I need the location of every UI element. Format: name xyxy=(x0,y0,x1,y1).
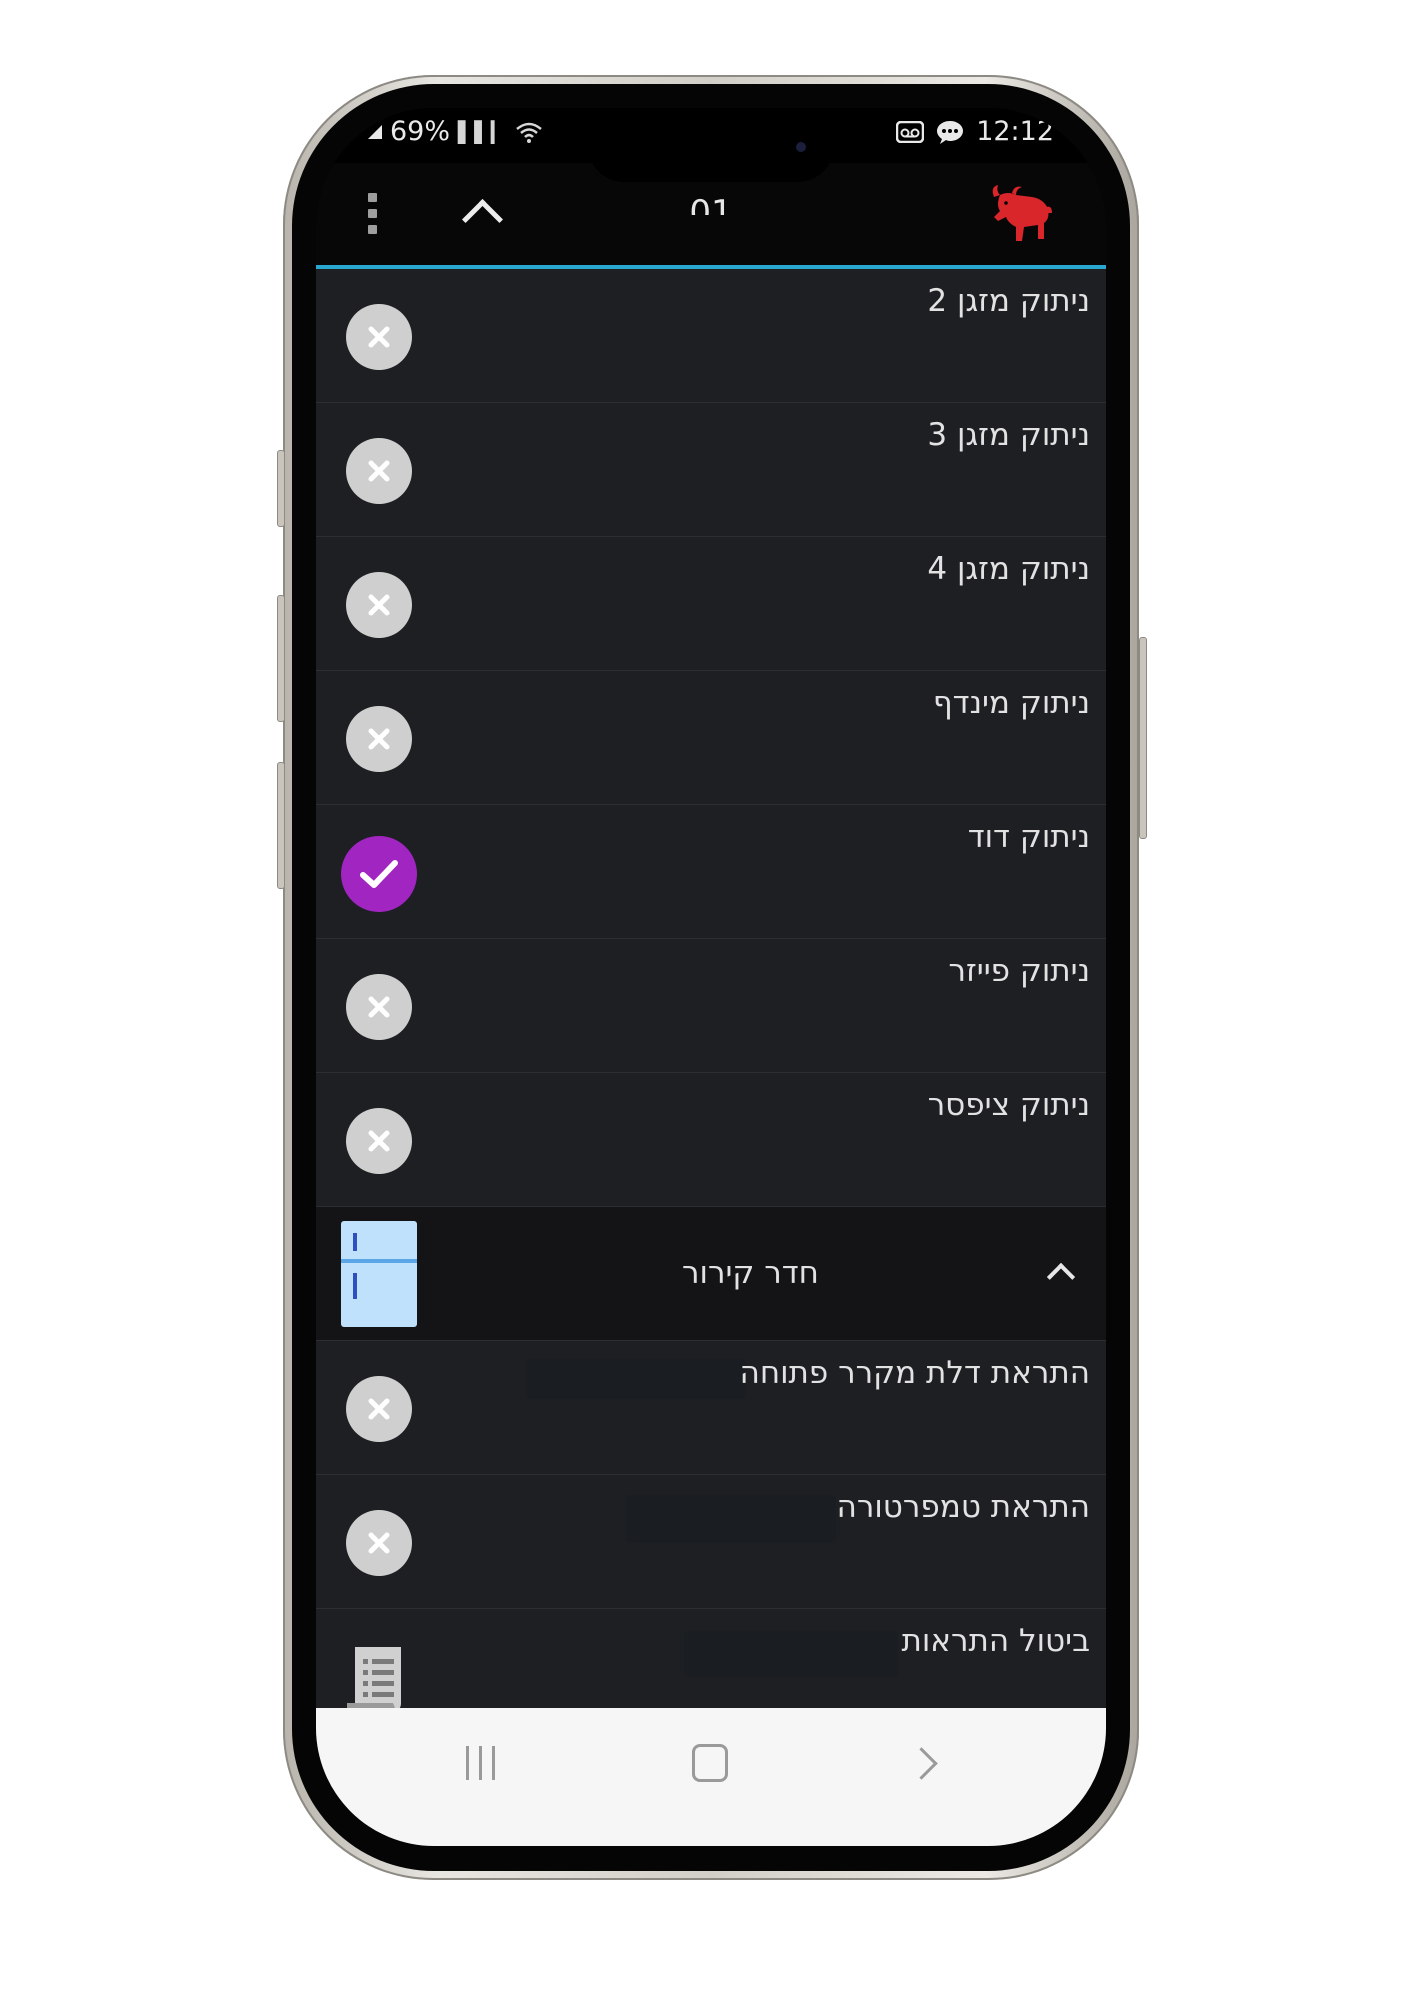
chevron-up-icon[interactable] xyxy=(1046,1262,1076,1292)
voicemail-icon xyxy=(896,120,925,143)
status-off-icon[interactable] xyxy=(346,304,412,370)
group-label: חדר קירור xyxy=(682,1255,819,1291)
wifi-icon xyxy=(516,122,542,143)
phone-power-button xyxy=(1139,637,1147,839)
close-icon xyxy=(368,460,390,482)
item-label: ניתוק מזגן 3 xyxy=(927,417,1090,453)
redaction-block xyxy=(626,1495,836,1543)
item-label: ביטול התראות xyxy=(901,1623,1090,1659)
list-item[interactable]: ניתוק דוד xyxy=(316,805,1106,939)
status-on-icon[interactable] xyxy=(341,836,417,912)
document-list-icon xyxy=(347,1647,401,1715)
list-item[interactable]: התראת טמפרטורה xyxy=(316,1475,1106,1609)
dynamic-island xyxy=(588,110,834,182)
status-off-icon[interactable] xyxy=(346,572,412,638)
close-icon xyxy=(368,326,390,348)
redaction-block xyxy=(684,1631,898,1677)
status-off-icon[interactable] xyxy=(346,974,412,1040)
item-label: ניתוק ציפסר xyxy=(927,1087,1090,1123)
item-label: ניתוק מזגן 2 xyxy=(927,283,1090,319)
list-item[interactable]: ניתוק פייזר xyxy=(316,939,1106,1073)
item-label: התראת דלת מקרר פתוחה xyxy=(739,1355,1090,1391)
close-icon xyxy=(368,1130,390,1152)
list-item[interactable]: התראת דלת מקרר פתוחה xyxy=(316,1341,1106,1475)
close-icon xyxy=(368,1532,390,1554)
item-label: ניתוק מזגן 4 xyxy=(927,551,1090,587)
item-label: ניתוק דוד xyxy=(967,819,1090,855)
list-item[interactable]: ניתוק מזגן 4 xyxy=(316,537,1106,671)
list-item[interactable]: ניתוק מזגן 3 xyxy=(316,403,1106,537)
overflow-menu-icon[interactable] xyxy=(368,193,378,237)
system-navigation-bar xyxy=(316,1708,1106,1846)
phone-volume-up-button xyxy=(277,595,285,722)
list-item[interactable]: ניתוק מינדף xyxy=(316,671,1106,805)
group-header-cold-room[interactable]: חדר קירור xyxy=(316,1207,1106,1341)
status-right: 12:12 xyxy=(896,116,1054,147)
status-off-icon[interactable] xyxy=(346,1108,412,1174)
home-icon[interactable] xyxy=(692,1744,728,1782)
close-icon xyxy=(368,728,390,750)
bull-logo-icon xyxy=(992,185,1052,241)
item-label: התראת טמפרטורה xyxy=(836,1489,1090,1525)
battery-percentage: 69% xyxy=(390,116,451,147)
page-title: 01 xyxy=(689,193,733,233)
back-chevron-icon[interactable] xyxy=(905,1747,938,1780)
status-off-icon[interactable] xyxy=(346,1376,412,1442)
status-off-icon[interactable] xyxy=(346,438,412,504)
check-icon xyxy=(360,860,398,888)
close-icon xyxy=(368,594,390,616)
close-icon xyxy=(368,1398,390,1420)
phone-volume-down-button xyxy=(277,762,285,889)
phone-screen: 69% ▌▌▎ 12:12 01 ניתוק מזגן 2 ניתוק מזגן… xyxy=(316,108,1106,1846)
list-item[interactable]: ניתוק ציפסר xyxy=(316,1073,1106,1207)
front-camera xyxy=(796,142,806,152)
status-off-icon[interactable] xyxy=(346,1510,412,1576)
item-label: ניתוק פייזר xyxy=(948,953,1090,989)
list-item[interactable]: ניתוק מזגן 2 xyxy=(316,269,1106,403)
chevron-up-icon[interactable] xyxy=(461,198,504,241)
device-list: ניתוק מזגן 2 ניתוק מזגן 3 ניתוק מזגן 4 נ… xyxy=(316,269,1106,1743)
chat-bubble-icon xyxy=(937,120,964,144)
phone-action-button xyxy=(277,450,285,527)
recent-apps-icon[interactable] xyxy=(464,1746,498,1782)
status-time: 12:12 xyxy=(976,116,1054,147)
fridge-icon xyxy=(341,1221,417,1327)
item-label: ניתוק מינדף xyxy=(932,685,1090,721)
redaction-block xyxy=(526,1359,746,1399)
close-icon xyxy=(368,996,390,1018)
signal-bars-icon: ▌▌▎ xyxy=(458,119,508,144)
status-left: 69% ▌▌▎ xyxy=(368,116,543,147)
status-off-icon[interactable] xyxy=(346,706,412,772)
battery-triangle-icon xyxy=(368,124,382,139)
